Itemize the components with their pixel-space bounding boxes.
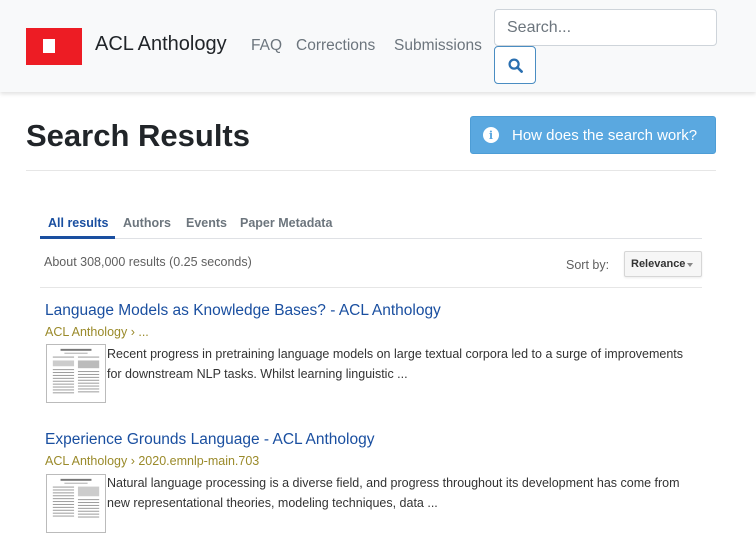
page-title: Search Results <box>26 118 250 153</box>
paper-thumbnail[interactable] <box>46 474 106 533</box>
result-url: ACL Anthology › ... <box>45 325 149 339</box>
search-icon <box>507 57 523 73</box>
navbar: ACL Anthology FAQ Corrections Submission… <box>0 0 756 92</box>
sort-select-value: Relevance <box>631 258 686 270</box>
search-help-label: How does the search work? <box>512 126 698 144</box>
divider <box>26 170 716 171</box>
result-snippet: Recent progress in pretraining language … <box>107 347 684 381</box>
result-tabs: All results Authors Events Paper Metadat… <box>40 208 702 239</box>
tab-paper-metadata[interactable]: Paper Metadata <box>240 216 332 230</box>
result-title-link[interactable]: Language Models as Knowledge Bases? - AC… <box>45 302 441 320</box>
tab-authors[interactable]: Authors <box>123 216 171 230</box>
result-snippet: Natural language processing is a diverse… <box>107 476 680 510</box>
brand-name[interactable]: ACL Anthology <box>95 33 227 56</box>
result-title-link[interactable]: Experience Grounds Language - ACL Anthol… <box>45 431 374 449</box>
divider <box>40 287 702 288</box>
nav-link-faq[interactable]: FAQ <box>251 37 282 55</box>
sort-label: Sort by: <box>566 258 610 272</box>
nav-link-corrections[interactable]: Corrections <box>296 37 375 55</box>
nav-link-submissions[interactable]: Submissions <box>394 37 482 55</box>
result-count: About 308,000 results (0.25 seconds) <box>44 255 252 269</box>
search-button[interactable] <box>494 46 536 84</box>
tab-events[interactable]: Events <box>186 216 227 230</box>
search-input[interactable] <box>494 9 717 46</box>
acl-logo-icon[interactable] <box>26 28 82 65</box>
sort-select[interactable]: Relevance <box>624 251 702 277</box>
chevron-down-icon <box>687 263 693 267</box>
info-icon: i <box>483 127 499 143</box>
paper-thumbnail[interactable] <box>46 344 106 403</box>
tab-all-results[interactable]: All results <box>48 216 108 230</box>
result-url: ACL Anthology › 2020.emnlp-main.703 <box>45 454 260 468</box>
active-tab-indicator <box>40 236 115 239</box>
search-help-button[interactable]: i How does the search work? <box>470 116 716 154</box>
